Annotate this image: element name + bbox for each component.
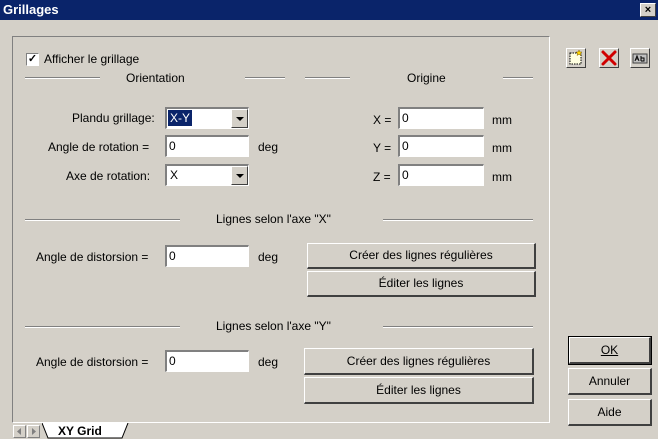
- origin-x-unit: mm: [492, 113, 512, 127]
- tab-scroll-right-button[interactable]: [27, 425, 40, 438]
- show-grid-checkbox[interactable]: ✓: [26, 53, 39, 66]
- divider: [25, 326, 180, 328]
- close-button[interactable]: ×: [640, 3, 656, 17]
- tab-bar: XY Grid: [12, 423, 550, 439]
- tab-scroll-left-button[interactable]: [13, 425, 26, 438]
- x-edit-lines-button[interactable]: Éditer les lignes: [307, 271, 536, 297]
- y-create-lines-button[interactable]: Créer des lignes régulières: [304, 348, 534, 375]
- divider: [383, 219, 533, 221]
- origin-y-input[interactable]: [402, 137, 483, 155]
- origin-x-input[interactable]: [402, 109, 483, 127]
- help-button-label: Aide: [597, 405, 622, 419]
- y-distortion-field[interactable]: [165, 350, 249, 372]
- origin-y-label: Y =: [373, 141, 392, 155]
- divider: [25, 77, 100, 79]
- origin-heading: Origine: [407, 71, 446, 85]
- grid-plane-label: Plandu grillage:: [72, 111, 155, 125]
- cancel-button-label: Annuler: [588, 374, 631, 388]
- rotation-angle-label: Angle de rotation =: [48, 140, 150, 154]
- origin-z-label: Z =: [373, 170, 391, 184]
- y-distortion-input[interactable]: [169, 352, 248, 370]
- chevron-down-icon[interactable]: [231, 166, 248, 185]
- divider: [503, 77, 533, 79]
- origin-x-field[interactable]: [398, 107, 484, 129]
- origin-y-unit: mm: [492, 141, 512, 155]
- rotation-axis-select[interactable]: X: [165, 164, 249, 186]
- rotation-axis-label: Axe de rotation:: [66, 169, 151, 183]
- y-distortion-label: Angle de distorsion =: [36, 355, 149, 369]
- divider: [25, 219, 180, 221]
- divider: [383, 326, 533, 328]
- origin-z-unit: mm: [492, 170, 512, 184]
- close-icon: ×: [644, 4, 652, 16]
- tab-xy-grid[interactable]: XY Grid: [58, 424, 102, 438]
- x-distortion-label: Angle de distorsion =: [36, 250, 149, 264]
- y-lines-heading: Lignes selon l'axe "Y": [216, 319, 331, 333]
- cancel-button[interactable]: Annuler: [568, 368, 652, 395]
- origin-y-field[interactable]: [398, 135, 484, 157]
- ok-button-label: OK: [600, 343, 619, 357]
- origin-x-label: X =: [373, 113, 392, 127]
- ok-button[interactable]: OK: [568, 336, 652, 365]
- new-grid-icon: [569, 49, 583, 65]
- show-grid-label: Afficher le grillage: [44, 52, 140, 66]
- delete-grid-button[interactable]: [599, 48, 619, 68]
- rotation-angle-unit: deg: [258, 140, 279, 154]
- title-bar: Grillages ×: [0, 0, 658, 20]
- help-button[interactable]: Aide: [568, 399, 652, 426]
- chevron-down-icon[interactable]: [231, 109, 248, 128]
- x-lines-heading: Lignes selon l'axe "X": [216, 212, 331, 226]
- divider: [305, 77, 350, 79]
- checkmark-icon: ✓: [27, 53, 38, 65]
- y-distortion-unit: deg: [258, 355, 279, 369]
- x-distortion-field[interactable]: [165, 245, 249, 267]
- rename-icon: [632, 53, 648, 64]
- grid-plane-select[interactable]: X-Y: [165, 107, 249, 129]
- delete-icon: [601, 50, 617, 66]
- rotation-axis-value: X: [170, 168, 179, 182]
- rotation-angle-field[interactable]: [165, 135, 249, 157]
- chevron-left-icon: [17, 428, 21, 435]
- origin-z-field[interactable]: [398, 164, 484, 186]
- x-distortion-unit: deg: [258, 250, 279, 264]
- grid-plane-value: X-Y: [168, 110, 193, 126]
- x-distortion-input[interactable]: [169, 247, 248, 265]
- new-grid-button[interactable]: [566, 48, 586, 68]
- y-edit-lines-button[interactable]: Éditer les lignes: [304, 377, 534, 404]
- window-title: Grillages: [3, 2, 59, 17]
- x-create-lines-button[interactable]: Créer des lignes régulières: [307, 243, 536, 269]
- divider: [245, 77, 285, 79]
- origin-z-input[interactable]: [402, 166, 483, 184]
- chevron-right-icon: [32, 428, 36, 435]
- rotation-angle-input[interactable]: [169, 137, 248, 155]
- rename-grid-button[interactable]: [630, 48, 650, 68]
- orientation-heading: Orientation: [126, 71, 185, 85]
